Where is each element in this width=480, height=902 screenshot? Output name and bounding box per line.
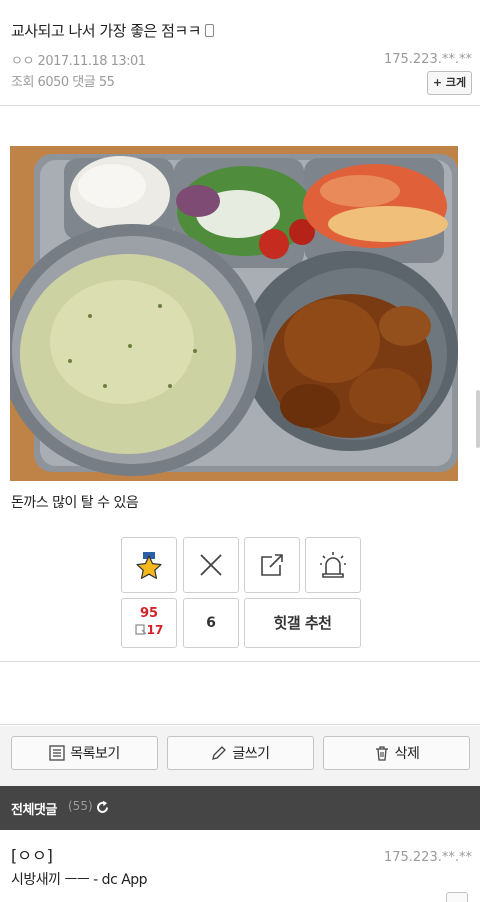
list-button-label: 목록보기 [70,746,120,762]
recommend-down-button[interactable] [183,537,239,593]
font-size-button[interactable]: + 크게 [427,71,472,95]
report-button[interactable] [305,537,361,593]
post-ip: 175.223.**.** [383,52,472,67]
post-title: 교사되고 나서 가장 좋은 점ㅋㅋ [11,20,214,41]
share-button[interactable] [244,537,300,593]
comments-header: 전체댓글 (55) [0,786,480,830]
delete-button[interactable]: 삭제 [323,736,470,770]
comments-title: 전체댓글 [11,803,57,818]
plus-icon: + [432,76,446,89]
write-button[interactable]: 글쓰기 [167,736,314,770]
chevron-icon[interactable] [446,892,468,902]
down-count: 6 [206,615,216,631]
font-size-label: 크게 [445,76,467,89]
delete-button-label: 삭제 [394,746,420,762]
up-count: 95 [139,606,159,621]
star-icon [136,552,162,579]
refresh-icon[interactable] [95,800,110,815]
up-vote-count: 95 17 [121,598,177,648]
post-header: 교사되고 나서 가장 좋은 점ㅋㅋ ㅇㅇ 2017.11.18 13:01 조회… [0,0,480,106]
fix-count-value: 17 [146,623,164,637]
scrollbar[interactable] [476,390,480,448]
x-icon [200,554,222,576]
mobile-icon [135,624,147,635]
siren-icon [320,552,346,578]
action-bar: 목록보기 글쓰기 삭제 [0,726,480,786]
post-views: 조회 6050 댓글 55 [11,75,115,90]
comment-text: 시방새끼 ㅡㅡ - dc App [11,872,148,888]
pencil-icon [212,746,227,760]
post-image [10,146,458,481]
divider [0,661,480,662]
share-icon [261,554,283,576]
post-title-text: 교사되고 나서 가장 좋은 점ㅋㅋ [11,22,201,40]
write-button-label: 글쓰기 [232,746,270,762]
hit-gallery-recommend-button[interactable]: 힛갤 추천 [244,598,361,648]
comments-count: (55) [68,799,93,813]
post-caption: 돈까스 많이 탈 수 있음 [11,495,139,511]
down-vote-count: 6 [183,598,239,648]
recommend-up-button[interactable] [121,537,177,593]
trash-icon [375,746,388,761]
phone-icon [204,24,214,37]
divider [0,724,480,725]
comment-ip: 175.223.**.** [383,850,472,865]
list-icon [49,745,65,761]
comment-author: [ㅇㅇ] [11,846,53,865]
post-author: ㅇㅇ 2017.11.18 13:01 [11,54,146,69]
list-button[interactable]: 목록보기 [11,736,158,770]
fix-count: 17 [122,623,176,637]
